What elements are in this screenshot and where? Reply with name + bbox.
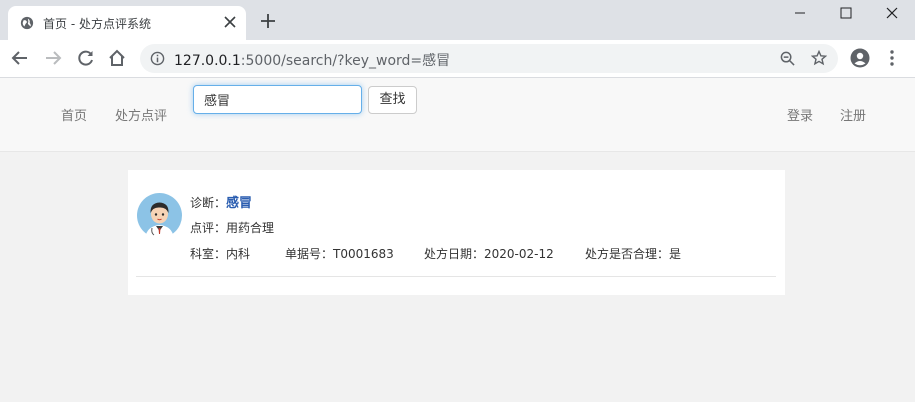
- reasonable-label: 处方是否合理：: [585, 247, 670, 261]
- result-divider: [136, 276, 776, 277]
- search-input[interactable]: [193, 85, 362, 114]
- profile-icon[interactable]: [850, 48, 870, 68]
- review-line: 点评：用药合理: [190, 219, 274, 236]
- url-host: 127.0.0.1: [174, 53, 241, 69]
- bookmark-star-icon[interactable]: [811, 50, 827, 66]
- search-button[interactable]: 查找: [368, 86, 417, 114]
- nav-home-link[interactable]: 首页: [61, 105, 87, 124]
- url-text[interactable]: 127.0.0.1:5000/search/?key_word=感冒: [174, 50, 450, 70]
- diagnosis-label: 诊断：: [190, 196, 227, 210]
- home-icon[interactable]: [108, 49, 126, 67]
- nav-register-link[interactable]: 注册: [840, 105, 866, 124]
- close-icon: [886, 7, 898, 19]
- order-number-field: 单据号：T0001683: [285, 245, 394, 262]
- meta-line: 科室：内科 单据号：T0001683 处方日期：2020-02-12 处方是否合…: [190, 245, 780, 261]
- prescription-date-field: 处方日期：2020-02-12: [424, 245, 554, 262]
- reload-icon[interactable]: [77, 49, 95, 67]
- close-window-button[interactable]: [869, 4, 915, 24]
- minimize-icon: [795, 12, 805, 14]
- tab-title: 首页 - 处方点评系统: [43, 17, 151, 31]
- new-tab-icon[interactable]: [260, 13, 276, 29]
- doctor-avatar: [137, 193, 182, 238]
- globe-icon: [20, 16, 34, 30]
- diagnosis-link[interactable]: 感冒: [226, 196, 252, 211]
- nav-login-link[interactable]: 登录: [787, 105, 813, 124]
- reasonable-value: 是: [669, 247, 682, 261]
- close-tab-icon[interactable]: [224, 16, 236, 28]
- page-content: 首页 处方点评 查找 登录 注册 诊断：感冒 点评：用药合理 科室：内科 单据号…: [0, 78, 915, 402]
- kebab-menu-icon[interactable]: [884, 49, 900, 67]
- diagnosis-line: 诊断：感冒: [190, 192, 252, 211]
- maximize-button[interactable]: [823, 4, 869, 24]
- prescription-date-label: 处方日期：: [424, 247, 485, 261]
- info-icon[interactable]: [150, 51, 165, 66]
- order-number-label: 单据号：: [285, 247, 334, 261]
- forward-arrow-icon[interactable]: [44, 49, 62, 67]
- minimize-button[interactable]: [777, 4, 823, 24]
- browser-toolbar: 127.0.0.1:5000/search/?key_word=感冒: [0, 40, 915, 78]
- review-label: 点评：: [190, 221, 227, 235]
- review-value: 用药合理: [226, 221, 275, 235]
- browser-tab[interactable]: 首页 - 处方点评系统: [8, 6, 246, 40]
- maximize-icon: [840, 7, 852, 19]
- department-field: 科室：内科: [190, 245, 250, 262]
- search-result-card: 诊断：感冒 点评：用药合理 科室：内科 单据号：T0001683 处方日期：20…: [128, 170, 785, 295]
- prescription-date-value: 2020-02-12: [484, 247, 554, 261]
- browser-tab-strip: 首页 - 处方点评系统: [0, 0, 915, 40]
- department-label: 科室：: [190, 247, 227, 261]
- url-path: :5000/search/?key_word=感冒: [240, 53, 451, 69]
- site-navbar: 首页 处方点评 查找 登录 注册: [0, 78, 915, 152]
- nav-review-link[interactable]: 处方点评: [115, 105, 167, 124]
- order-number-value: T0001683: [333, 247, 394, 261]
- address-bar[interactable]: 127.0.0.1:5000/search/?key_word=感冒: [140, 44, 838, 73]
- back-arrow-icon[interactable]: [11, 49, 29, 67]
- department-value: 内科: [226, 247, 251, 261]
- reasonable-field: 处方是否合理：是: [585, 245, 681, 262]
- zoom-out-icon[interactable]: [780, 51, 795, 66]
